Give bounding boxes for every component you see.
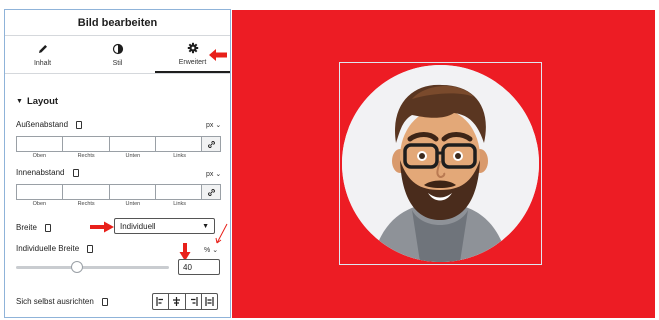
padding-top-input[interactable] — [17, 185, 64, 199]
width-select-value: Individuell — [120, 221, 156, 231]
custom-width-slider-track[interactable] — [16, 266, 169, 269]
field-label: Unten — [125, 153, 141, 159]
align-center-button[interactable] — [169, 294, 186, 309]
layout-section-toggle[interactable]: ▼ Layout — [16, 96, 58, 107]
chevron-down-icon: ▼ — [202, 222, 209, 230]
responsive-device-icon[interactable] — [87, 244, 94, 253]
align-end-icon — [190, 297, 198, 306]
custom-width-label-row: Individuelle Breite — [16, 244, 94, 253]
margin-label-row: Außenabstand — [16, 120, 83, 129]
margin-bottom-input[interactable] — [109, 137, 156, 151]
margin-inputs — [16, 136, 221, 152]
chevron-down-icon: ⌄ — [215, 122, 222, 129]
annotation-arrow-icon — [209, 49, 227, 61]
responsive-device-icon[interactable] — [44, 223, 51, 232]
align-start-icon — [156, 297, 164, 306]
custom-width-slider-thumb[interactable] — [71, 261, 84, 273]
padding-field-labels: Oben Rechts Unten Links — [16, 201, 203, 207]
field-label: Links — [173, 153, 187, 159]
link-icon — [207, 140, 215, 148]
field-label: Links — [173, 201, 187, 207]
edit-image-panel: Bild bearbeiten Inhalt Stil Erweitert ▼ … — [4, 9, 231, 318]
width-select[interactable]: Individuell ▼ — [114, 218, 215, 234]
padding-label-row: Innenabstand — [16, 168, 79, 177]
pencil-icon — [38, 44, 47, 53]
align-start-button[interactable] — [153, 294, 170, 309]
field-label: Oben — [32, 201, 47, 207]
field-label: Rechts — [77, 201, 95, 207]
responsive-device-icon[interactable] — [72, 168, 79, 177]
tab-inhalt[interactable]: Inhalt — [5, 36, 80, 73]
custom-width-unit-label: % — [204, 247, 211, 254]
custom-width-input[interactable]: 40 — [178, 259, 220, 275]
tab-erweitert-label: Erweitert — [178, 58, 207, 66]
align-self-buttons — [152, 293, 218, 310]
responsive-device-icon[interactable] — [101, 297, 108, 306]
margin-unit-select[interactable]: px ⌄ — [206, 121, 221, 129]
tab-stil[interactable]: Stil — [80, 36, 155, 73]
margin-left-input[interactable] — [155, 137, 202, 151]
contrast-icon — [112, 43, 123, 54]
custom-width-label: Individuelle Breite — [16, 244, 80, 253]
avatar-image[interactable] — [342, 65, 539, 262]
width-label: Breite — [16, 223, 37, 232]
field-label: Rechts — [77, 153, 95, 159]
tab-bar: Inhalt Stil Erweitert — [5, 36, 230, 74]
layout-section-title: Layout — [26, 96, 59, 107]
margin-right-input[interactable] — [63, 137, 110, 151]
link-icon — [207, 188, 215, 196]
align-self-label-row: Sich selbst ausrichten — [16, 297, 108, 306]
annotation-line — [215, 223, 228, 244]
gear-icon — [187, 42, 198, 53]
padding-inputs — [16, 184, 221, 200]
align-self-label: Sich selbst ausrichten — [16, 297, 94, 306]
margin-label: Außenabstand — [16, 120, 69, 129]
field-label: Oben — [32, 153, 47, 159]
align-center-icon — [173, 297, 181, 306]
align-stretch-button[interactable] — [202, 294, 217, 309]
padding-label: Innenabstand — [16, 168, 65, 177]
responsive-device-icon[interactable] — [76, 120, 83, 129]
tab-stil-label: Stil — [112, 59, 123, 67]
panel-title: Bild bearbeiten — [5, 10, 230, 36]
caret-down-icon: ▼ — [16, 98, 23, 105]
padding-unit-select[interactable]: px ⌄ — [206, 170, 221, 178]
align-stretch-icon — [205, 297, 214, 306]
chevron-down-icon: ⌄ — [212, 247, 219, 254]
margin-link-button[interactable] — [202, 137, 220, 151]
align-end-button[interactable] — [186, 294, 202, 309]
padding-left-input[interactable] — [155, 185, 202, 199]
annotation-arrow-icon — [90, 221, 114, 233]
margin-unit-label: px — [206, 122, 214, 129]
padding-unit-label: px — [206, 171, 214, 178]
avatar-illustration — [342, 65, 539, 262]
custom-width-unit-select[interactable]: % ⌄ — [204, 246, 218, 254]
tab-inhalt-label: Inhalt — [33, 59, 52, 67]
field-label: Unten — [125, 201, 141, 207]
padding-right-input[interactable] — [63, 185, 110, 199]
chevron-down-icon: ⌄ — [215, 171, 222, 178]
margin-top-input[interactable] — [17, 137, 64, 151]
margin-field-labels: Oben Rechts Unten Links — [16, 153, 203, 159]
padding-link-button[interactable] — [202, 185, 220, 199]
width-label-row: Breite — [16, 223, 51, 232]
padding-bottom-input[interactable] — [109, 185, 156, 199]
